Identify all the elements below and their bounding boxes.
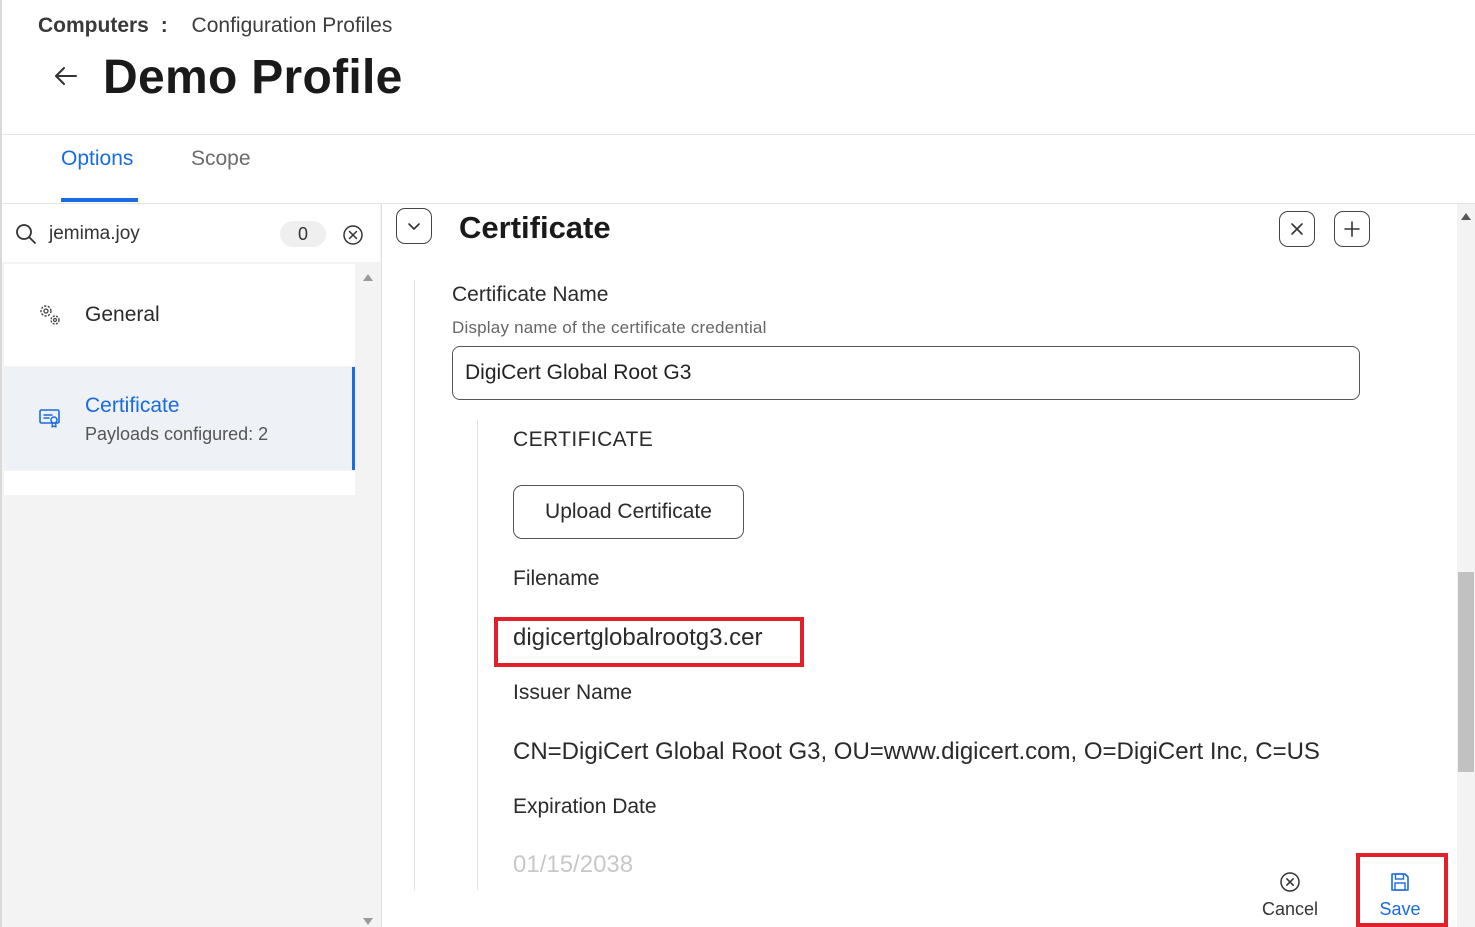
issuer-name-label: Issuer Name [513,681,633,704]
arrow-left-icon [55,67,77,85]
remove-payload-button[interactable] [1279,211,1315,247]
plus-icon [1344,221,1360,237]
sidebar-item-general[interactable]: General [4,264,355,366]
header-divider [2,134,1475,135]
payloads-configured-count: Payloads configured: 2 [85,424,269,444]
cancel-label: Cancel [1261,899,1319,919]
section-title: Certificate [459,210,611,245]
breadcrumb-root[interactable]: Computers [38,14,149,37]
sidebar-item-label: General [85,303,160,326]
cancel-icon [1280,872,1300,892]
breadcrumb-separator: : [160,14,168,37]
breadcrumb: Computers : Configuration Profiles [38,14,392,38]
collapse-section-button[interactable] [396,208,432,244]
payload-search: jemima.joy 0 [2,204,380,262]
search-icon [16,224,36,244]
scroll-up-arrow-icon[interactable] [1461,213,1471,220]
filename-label: Filename [513,567,600,590]
sidebar-item-label: Certificate [85,394,180,417]
save-button[interactable]: Save [1368,866,1432,920]
search-count-badge: 0 [280,221,326,247]
expiration-date-value: 01/15/2038 [513,851,634,878]
add-payload-button[interactable] [1334,211,1370,247]
expiration-date-label: Expiration Date [513,795,657,818]
issuer-name-value: CN=DigiCert Global Root G3, OU=www.digic… [513,738,1320,765]
tab-scope[interactable]: Scope [191,147,251,171]
tab-options[interactable]: Options [61,147,133,171]
main-scrollbar[interactable] [1457,204,1475,927]
page-title: Demo Profile [103,51,403,104]
back-button[interactable] [52,62,80,90]
section-guide-line [414,280,415,890]
breadcrumb-current: Configuration Profiles [191,14,393,37]
clear-search-icon[interactable] [341,223,365,247]
chevron-down-icon [408,223,420,230]
scroll-down-arrow-icon[interactable] [363,918,373,925]
gear-icon [40,305,60,325]
sidebar-list-end [4,471,355,495]
panel-divider [381,204,382,927]
search-input[interactable]: jemima.joy [49,223,140,245]
filename-value: digicertglobalrootg3.cer [513,624,763,651]
scrollbar-thumb[interactable] [1458,572,1474,772]
certificate-icon [39,409,60,428]
subsection-guide-line [477,420,478,890]
certificate-subheading: CERTIFICATE [513,428,654,451]
active-tab-indicator [61,198,138,202]
scroll-up-arrow-icon[interactable] [363,274,373,281]
certificate-name-input[interactable] [452,346,1360,400]
save-label: Save [1379,899,1421,919]
certificate-name-label: Certificate Name [452,283,609,306]
sidebar-scrollbar[interactable] [356,264,380,927]
sidebar-item-certificate[interactable]: Certificate Payloads configured: 2 [4,367,355,470]
save-icon [1391,873,1409,891]
close-icon [1291,223,1303,235]
upload-certificate-button[interactable]: Upload Certificate [513,485,744,539]
cancel-button[interactable]: Cancel [1255,866,1325,920]
certificate-name-hint: Display name of the certificate credenti… [452,318,767,337]
